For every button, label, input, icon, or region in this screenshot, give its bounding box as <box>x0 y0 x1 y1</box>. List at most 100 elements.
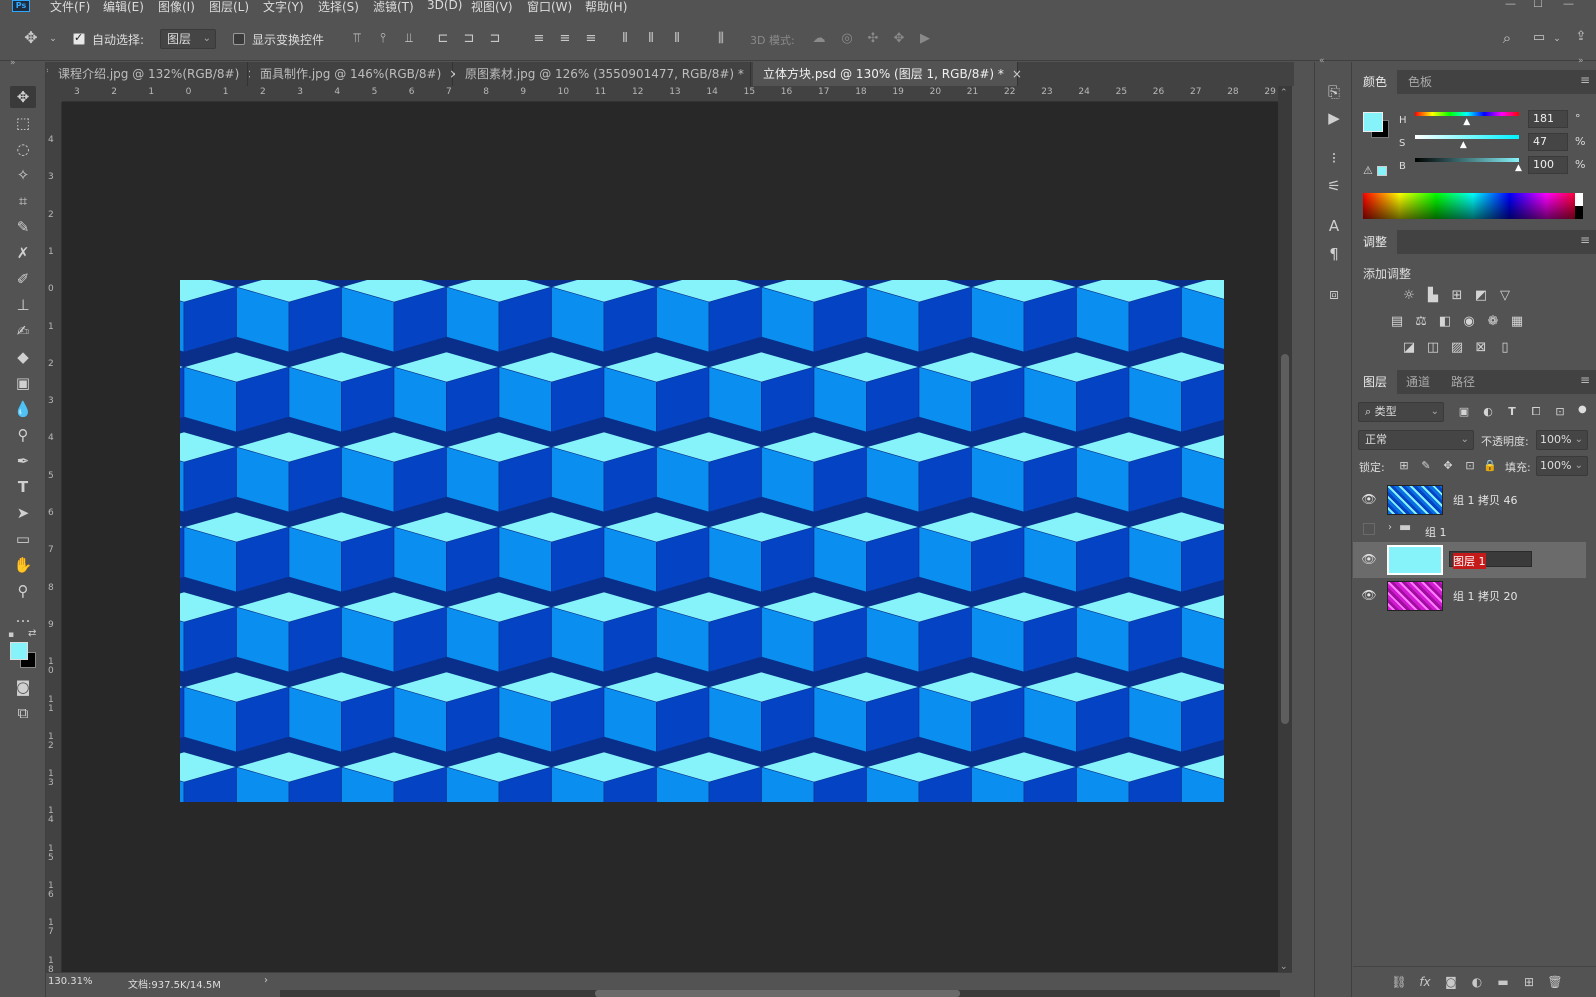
color-lookup-icon[interactable]: ▦ <box>1508 314 1526 330</box>
panels-collapse-icon[interactable]: » <box>1578 56 1584 66</box>
distribute-bottom-icon[interactable]: ≡ <box>584 32 598 46</box>
hand-tool[interactable]: ✋ <box>10 554 36 576</box>
lock-all-icon[interactable]: 🔒 <box>1481 458 1499 474</box>
auto-align-icon[interactable]: ⫼ <box>714 32 728 46</box>
gamut-warning-icon[interactable]: ⚠ <box>1363 164 1373 177</box>
search-icon[interactable]: ⌕ <box>1500 31 1514 46</box>
auto-select-target-dropdown[interactable]: 图层 ⌄ <box>160 29 216 49</box>
workspace-icon[interactable]: ▭ <box>1532 31 1546 45</box>
channel-mixer-icon[interactable]: ❁ <box>1484 314 1502 330</box>
threshold-icon[interactable]: ▨ <box>1448 340 1466 356</box>
3d-pan-icon[interactable]: ✣ <box>866 32 880 46</box>
type-tool[interactable]: T <box>10 476 36 498</box>
tab-paths[interactable]: 路径 <box>1441 370 1485 394</box>
dock-collapse-icon[interactable]: « <box>1319 56 1325 66</box>
align-vcenter-icon[interactable]: ⫯ <box>376 32 390 46</box>
hue-saturation-icon[interactable]: ▤ <box>1388 314 1406 330</box>
hue-slider-handle[interactable]: ▲ <box>1463 117 1470 127</box>
brush-settings-icon[interactable]: ⁝ <box>1323 148 1345 168</box>
collapse-icon[interactable]: » <box>10 58 16 68</box>
document-canvas[interactable] <box>180 280 1224 802</box>
horizontal-scroll-thumb[interactable] <box>595 990 960 997</box>
filter-adjustment-icon[interactable]: ◐ <box>1479 404 1497 420</box>
character-icon[interactable]: A <box>1323 216 1345 236</box>
more-tools-icon[interactable]: … <box>10 606 36 628</box>
zoom-tool[interactable]: ⚲ <box>10 580 36 602</box>
menu-layer[interactable]: 图层(L) <box>209 0 249 15</box>
spectrum-black[interactable] <box>1575 206 1583 219</box>
status-chevron-icon[interactable]: › <box>264 975 268 986</box>
panel-menu-icon[interactable]: ≡ <box>1580 373 1590 387</box>
swap-colors-icon[interactable]: ⇄ <box>28 628 36 639</box>
layer-row[interactable]: 👁 组 1 拷贝 20 <box>1353 578 1586 614</box>
move-tool[interactable]: ✥ <box>10 86 36 108</box>
paragraph-icon[interactable]: ¶ <box>1323 244 1345 264</box>
blur-tool[interactable]: 💧 <box>10 398 36 420</box>
healing-tool[interactable]: ✗ <box>10 242 36 264</box>
opacity-input[interactable]: 100% ⌄ <box>1536 430 1588 450</box>
layer-name[interactable]: 图层 1 <box>1453 553 1486 569</box>
default-colors-icon[interactable]: ▪ <box>8 630 14 640</box>
menu-select[interactable]: 选择(S) <box>318 0 359 15</box>
black-white-icon[interactable]: ◧ <box>1436 314 1454 330</box>
vibrance-icon[interactable]: ▽ <box>1496 288 1514 304</box>
eraser-tool[interactable]: ◆ <box>10 346 36 368</box>
blend-mode-dropdown[interactable]: 正常 ⌄ <box>1358 430 1474 450</box>
hue-input[interactable]: 181 <box>1528 110 1568 128</box>
new-group-icon[interactable]: ▬ <box>1495 975 1511 989</box>
menu-file[interactable]: 文件(F) <box>50 0 90 15</box>
brightness-input[interactable]: 100 <box>1528 156 1568 174</box>
share-icon[interactable]: ⇪ <box>1574 30 1588 44</box>
layer-row[interactable]: 👁 组 1 拷贝 46 <box>1353 482 1586 518</box>
menu-image[interactable]: 图像(I) <box>158 0 195 15</box>
brightness-slider[interactable] <box>1415 158 1519 162</box>
tab-color[interactable]: 颜色 <box>1353 70 1398 94</box>
tab-original-material[interactable]: 原图素材.jpg @ 126% (3550901477, RGB/8#) *× <box>455 62 762 86</box>
hue-slider[interactable] <box>1415 112 1519 116</box>
foreground-color-swatch[interactable] <box>10 642 28 660</box>
3d-roll-icon[interactable]: ◎ <box>840 32 854 46</box>
eyedropper-tool[interactable]: ✎ <box>10 216 36 238</box>
new-layer-icon[interactable]: ⊞ <box>1521 975 1537 989</box>
scroll-down-icon[interactable]: ⌄ <box>1280 962 1288 972</box>
filter-toggle-icon[interactable]: ● <box>1578 404 1587 418</box>
menu-type[interactable]: 文字(Y) <box>263 0 304 15</box>
panel-menu-icon[interactable]: ≡ <box>1580 73 1590 87</box>
menu-help[interactable]: 帮助(H) <box>585 0 627 15</box>
tab-mask-making[interactable]: 面具制作.jpg @ 146%(RGB/8#)× <box>250 62 459 86</box>
levels-icon[interactable]: ▙ <box>1424 288 1442 304</box>
layer-name[interactable]: 组 1 拷贝 20 <box>1453 588 1518 604</box>
chevron-down-icon[interactable]: ⌄ <box>46 32 60 46</box>
quick-mask-icon[interactable]: ◙ <box>10 676 36 698</box>
invert-icon[interactable]: ◪ <box>1400 340 1418 356</box>
menu-window[interactable]: 窗口(W) <box>527 0 572 15</box>
saturation-input[interactable]: 47 <box>1528 133 1568 151</box>
distribute-vcenter-icon[interactable]: ≡ <box>558 32 572 46</box>
eye-icon[interactable]: 👁 <box>1361 552 1377 566</box>
color-foreground-swatch[interactable] <box>1363 112 1383 132</box>
saturation-slider-handle[interactable]: ▲ <box>1460 140 1467 150</box>
lock-transparent-icon[interactable]: ⊞ <box>1395 458 1413 474</box>
link-layers-icon[interactable]: ⛓ <box>1391 975 1407 989</box>
tab-course-intro[interactable]: 课程介绍.jpg @ 132%(RGB/8#)× <box>48 62 257 86</box>
spectrum-white[interactable] <box>1575 193 1583 206</box>
panel-menu-icon[interactable]: ≡ <box>1580 233 1590 247</box>
lock-artboard-icon[interactable]: ⊡ <box>1461 458 1479 474</box>
tab-swatches[interactable]: 色板 <box>1398 70 1442 94</box>
history-icon[interactable]: ⎘ <box>1323 82 1345 102</box>
trash-icon[interactable]: 🗑 <box>1547 975 1563 989</box>
menu-view[interactable]: 视图(V) <box>471 0 513 15</box>
saturation-slider[interactable] <box>1415 135 1519 139</box>
history-brush-tool[interactable]: ✍ <box>10 320 36 342</box>
add-mask-icon[interactable]: ◙ <box>1443 975 1459 989</box>
distribute-top-icon[interactable]: ≡ <box>532 32 546 46</box>
eye-icon[interactable]: 👁 <box>1361 588 1377 602</box>
move-tool-icon[interactable]: ✥ <box>24 30 38 46</box>
filter-smart-object-icon[interactable]: ⊡ <box>1551 404 1569 420</box>
rectangle-tool[interactable]: ▭ <box>10 528 36 550</box>
menu-3d[interactable]: 3D(D) <box>427 0 462 12</box>
distribute-hcenter-icon[interactable]: ⦀ <box>644 32 658 46</box>
libraries-icon[interactable]: ⧈ <box>1323 284 1345 304</box>
lock-pixels-icon[interactable]: ✎ <box>1417 458 1435 474</box>
layer-row-selected[interactable]: 👁 图层 1 <box>1353 542 1586 578</box>
